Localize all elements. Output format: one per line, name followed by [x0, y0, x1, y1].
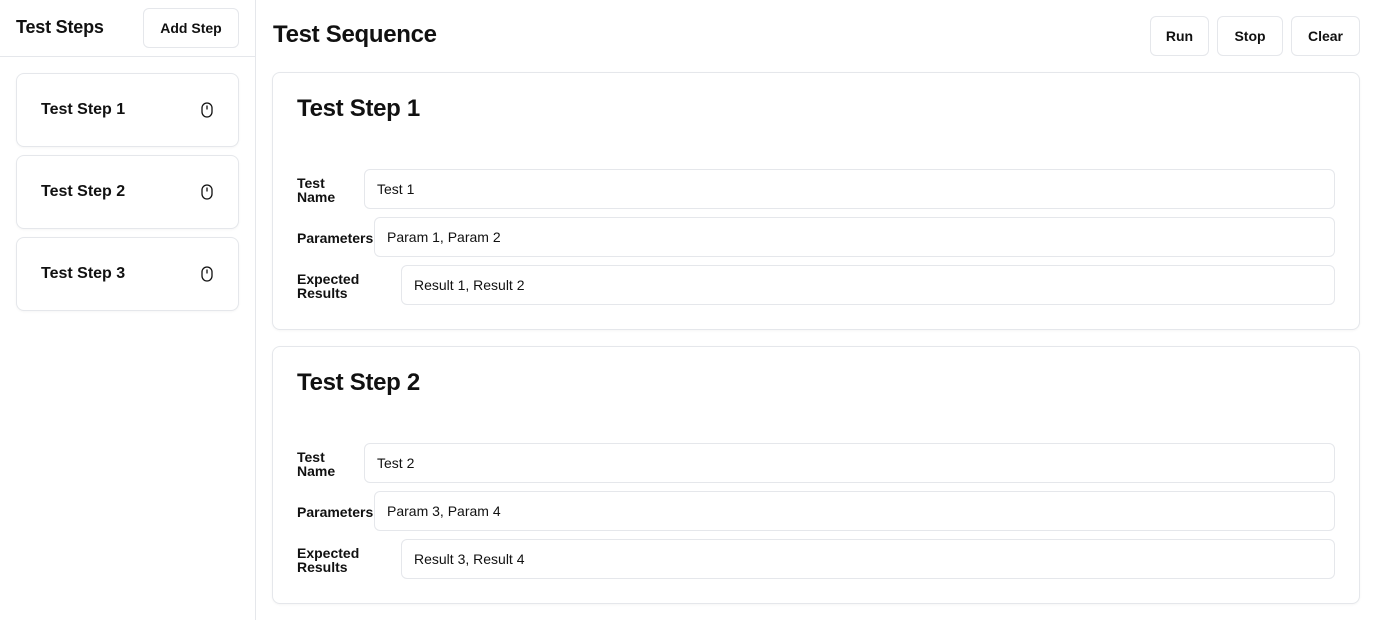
expected-results-label-line2: Results [297, 285, 348, 301]
expected-results-label: Expected Results [297, 272, 359, 300]
sidebar-item-label: Test Step 1 [41, 101, 126, 118]
expected-results-input[interactable] [401, 265, 1335, 305]
card-title: Test Step 2 [297, 369, 420, 396]
expected-results-input[interactable] [401, 539, 1335, 579]
add-step-button[interactable]: Add Step [143, 8, 239, 48]
test-name-input[interactable] [364, 443, 1335, 483]
stop-button[interactable]: Stop [1217, 16, 1283, 56]
sidebar-header: Test Steps Add Step [0, 0, 255, 57]
parameters-input[interactable] [374, 217, 1335, 257]
sidebar-item-test-step-1[interactable]: Test Step 1 [16, 73, 239, 147]
test-name-input[interactable] [364, 169, 1335, 209]
mouse-icon [201, 184, 213, 200]
expected-results-label-line1: Expected [297, 271, 360, 287]
expected-results-label: Expected Results [297, 546, 359, 574]
test-step-card: Test Step 1 Test Name Parameters Expecte… [272, 72, 1360, 330]
test-step-card: Test Step 2 Test Name Parameters Expecte… [272, 346, 1360, 604]
parameters-label: Parameters [297, 230, 374, 246]
sidebar: Test Steps Add Step Test Step 1 Test Ste… [0, 0, 256, 620]
test-name-label-line2: Name [297, 463, 336, 479]
test-name-label-line1: Test [297, 449, 325, 465]
sidebar-item-test-step-3[interactable]: Test Step 3 [16, 237, 239, 311]
mouse-icon [201, 266, 213, 282]
sidebar-item-label: Test Step 3 [41, 265, 126, 282]
sidebar-item-test-step-2[interactable]: Test Step 2 [16, 155, 239, 229]
test-name-label: Test Name [297, 176, 335, 204]
parameters-input[interactable] [374, 491, 1335, 531]
sidebar-title: Test Steps [16, 17, 104, 37]
card-title: Test Step 1 [297, 95, 420, 122]
mouse-icon [201, 102, 213, 118]
test-name-label-line1: Test [297, 175, 325, 191]
test-name-label: Test Name [297, 450, 335, 478]
parameters-label: Parameters [297, 504, 374, 520]
test-name-label-line2: Name [297, 189, 336, 205]
sidebar-item-label: Test Step 2 [41, 183, 126, 200]
expected-results-label-line1: Expected [297, 545, 360, 561]
expected-results-label-line2: Results [297, 559, 348, 575]
run-button[interactable]: Run [1150, 16, 1209, 56]
clear-button[interactable]: Clear [1291, 16, 1360, 56]
page-title: Test Sequence [273, 21, 437, 48]
